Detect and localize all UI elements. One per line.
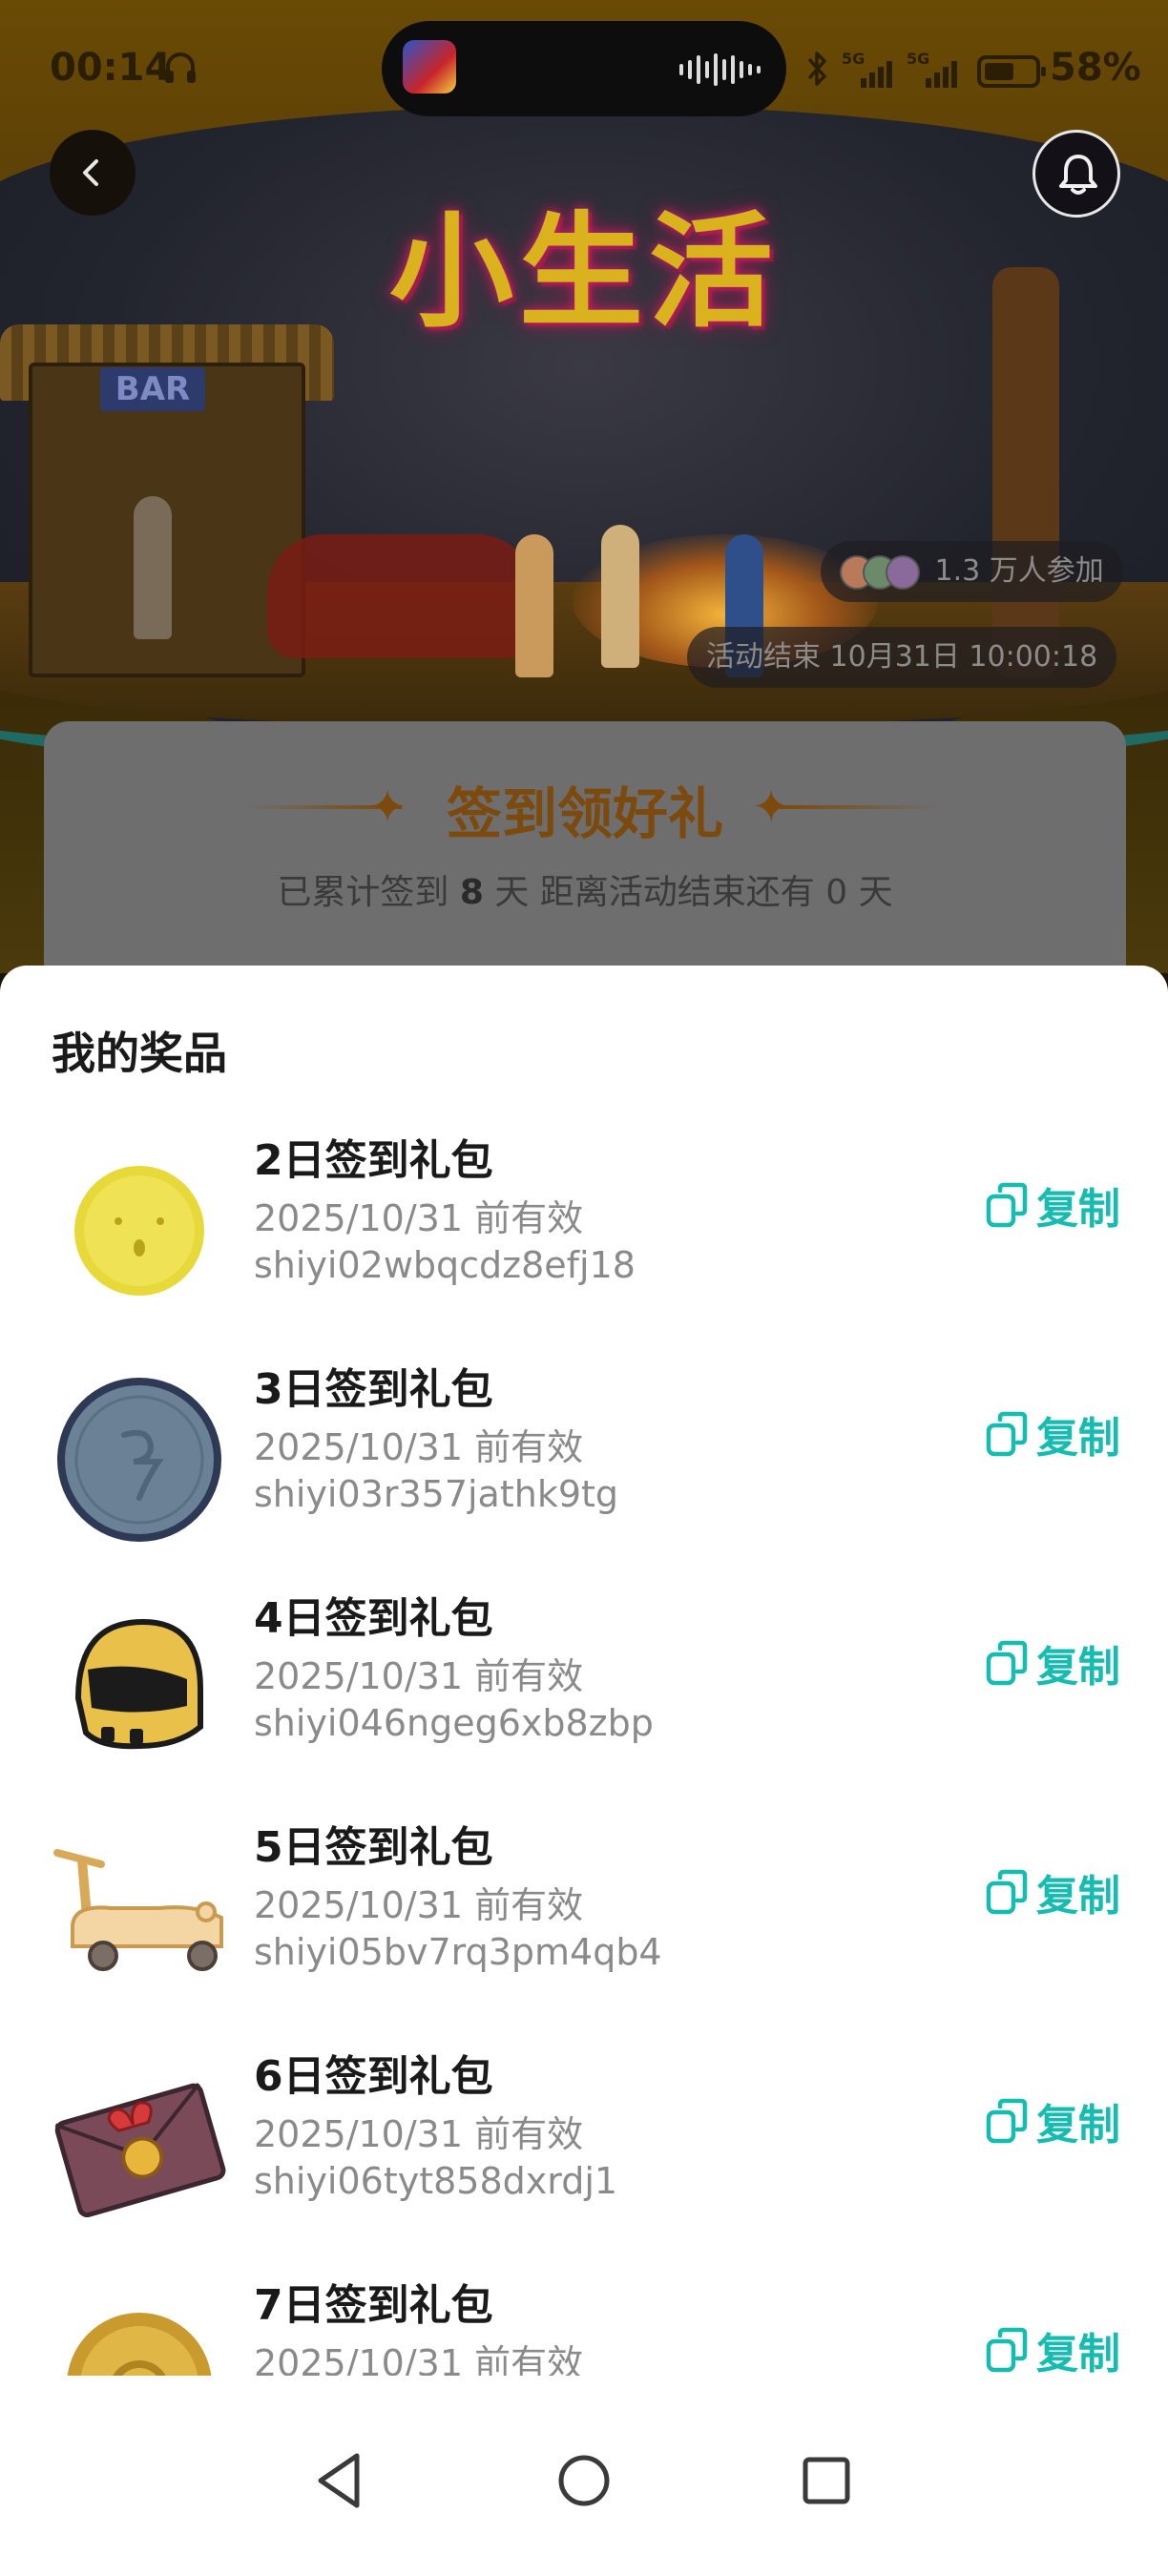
character — [134, 496, 172, 639]
copy-button[interactable]: 复制 — [985, 2088, 1120, 2154]
signal-icon — [861, 61, 892, 88]
dynamic-island[interactable] — [382, 21, 786, 116]
copy-icon — [986, 1182, 1028, 1228]
my-prizes-sheet: 我的奖品 2日签到礼包 2025/10/31 前有效 shiyi02wbqcdz… — [0, 966, 1168, 2576]
notification-button[interactable] — [1032, 130, 1120, 218]
prize-item: 5日签到礼包 2025/10/31 前有效 shiyi05bv7rq3pm4qb… — [0, 1813, 1168, 2042]
status-bar: 00:14 5G 5G 58% — [0, 0, 1168, 134]
signin-card: ✦ 签到领好礼 ✦ 已累计签到 8 天 距离活动结束还有 0 天 — [44, 721, 1126, 973]
participants-text: 1.3 万人参加 — [934, 554, 1104, 588]
avatar — [886, 554, 920, 590]
prize-valid-date: 2025/10/31 前有效 — [254, 1655, 584, 1697]
envelope-icon — [54, 2083, 226, 2218]
prize-valid-date: 2025/10/31 前有效 — [254, 2342, 584, 2378]
helmet-icon — [74, 1618, 203, 1750]
gold-coin-icon — [67, 2313, 212, 2378]
prize-item: 7日签到礼包 2025/10/31 前有效 复制 — [0, 2271, 1168, 2378]
prize-valid-date: 2025/10/31 前有效 — [254, 1426, 584, 1468]
audio-wave-icon — [679, 53, 761, 86]
copy-icon — [986, 1640, 1028, 1686]
prize-code: shiyi046ngeg6xb8zbp — [254, 1702, 654, 1744]
signin-progress-text: 已累计签到 8 天 距离活动结束还有 0 天 — [44, 864, 1126, 914]
prize-code: shiyi02wbqcdz8efj18 — [254, 1244, 636, 1286]
battery-percent: 58% — [1050, 46, 1141, 90]
scooter-icon — [53, 1849, 223, 1971]
copy-label: 复制 — [1036, 1872, 1120, 1921]
signin-days-count: 8 — [459, 873, 484, 912]
title-decor-line — [779, 805, 941, 809]
back-button[interactable] — [50, 130, 136, 216]
sheet-title: 我的奖品 — [52, 1028, 227, 1079]
prize-item: 2日签到礼包 2025/10/31 前有效 shiyi02wbqcdz8efj1… — [0, 1126, 1168, 1355]
status-time: 00:14 — [50, 46, 172, 90]
character — [601, 525, 639, 668]
prize-valid-date: 2025/10/31 前有效 — [254, 1197, 584, 1239]
participants-badge: 1.3 万人参加 — [821, 541, 1123, 602]
copy-icon — [986, 1411, 1028, 1457]
copy-label: 复制 — [1036, 1643, 1120, 1692]
bluetooth-icon — [807, 52, 826, 86]
prize-code: shiyi06tyt858dxrdj1 — [254, 2160, 618, 2202]
nav-home-button[interactable] — [546, 2442, 622, 2519]
prize-list[interactable]: 2日签到礼包 2025/10/31 前有效 shiyi02wbqcdz8efj1… — [0, 1126, 1168, 2378]
prize-valid-date: 2025/10/31 前有效 — [254, 2113, 584, 2155]
prize-title: 2日签到礼包 — [254, 1136, 493, 1185]
nav-recents-button[interactable] — [788, 2442, 865, 2519]
system-navigation-bar — [0, 2376, 1168, 2576]
prize-item: 4日签到礼包 2025/10/31 前有效 shiyi046ngeg6xb8zb… — [0, 1584, 1168, 1813]
copy-label: 复制 — [1036, 1185, 1120, 1234]
event-title: 小生活 — [388, 199, 779, 344]
battery-icon — [977, 55, 1046, 88]
nav-back-button[interactable] — [303, 2442, 380, 2519]
prize-item: 6日签到礼包 2025/10/31 前有效 shiyi06tyt858dxrdj… — [0, 2042, 1168, 2271]
copy-label: 复制 — [1036, 1414, 1120, 1463]
event-end-time: 活动结束 10月31日 10:00:18 — [687, 627, 1117, 688]
prize-title: 5日签到礼包 — [254, 1823, 493, 1872]
event-page-background: BAR 小生活 1.3 万人参加 活动结束 10月31日 10:00:18 ✦ … — [0, 0, 1168, 973]
signin-title: 签到领好礼 — [446, 781, 723, 846]
signin-suffix: 天 距离活动结束还有 0 天 — [494, 873, 893, 912]
copy-button[interactable]: 复制 — [985, 1172, 1120, 1238]
copy-button[interactable]: 复制 — [985, 2316, 1120, 2378]
copy-icon — [986, 1869, 1028, 1915]
copy-button[interactable]: 复制 — [985, 1630, 1120, 1696]
copy-label: 复制 — [1036, 2330, 1120, 2378]
copy-icon — [986, 2327, 1028, 2373]
status-indicators: 5G 5G 58% — [803, 46, 1141, 93]
copy-button[interactable]: 复制 — [985, 1401, 1120, 1467]
prize-item: 3日签到礼包 2025/10/31 前有效 shiyi03r357jathk9t… — [0, 1355, 1168, 1584]
prize-code: shiyi05bv7rq3pm4qb4 — [254, 1931, 662, 1973]
red-scooter — [267, 534, 534, 658]
prize-title: 3日签到礼包 — [254, 1365, 493, 1414]
bar-sign: BAR — [100, 367, 205, 411]
app-avatar-icon — [403, 40, 456, 93]
prize-valid-date: 2025/10/31 前有效 — [254, 1884, 584, 1926]
chevron-left-icon — [83, 159, 98, 186]
prize-title: 4日签到礼包 — [254, 1594, 493, 1643]
copy-icon — [986, 2098, 1028, 2144]
blue-token-icon — [57, 1378, 221, 1542]
copy-button[interactable]: 复制 — [985, 1859, 1120, 1925]
avatar-group — [840, 553, 926, 592]
prize-title: 7日签到礼包 — [254, 2281, 493, 2330]
character — [515, 534, 553, 677]
signin-prefix: 已累计签到 — [277, 873, 449, 912]
copy-label: 复制 — [1036, 2101, 1120, 2150]
signal-icon — [926, 61, 957, 88]
bell-icon — [1059, 155, 1097, 195]
yellow-coin-icon — [74, 1166, 204, 1296]
prize-title: 6日签到礼包 — [254, 2052, 493, 2101]
prize-code: shiyi03r357jathk9tg — [254, 1473, 619, 1515]
headset-icon — [165, 52, 196, 83]
